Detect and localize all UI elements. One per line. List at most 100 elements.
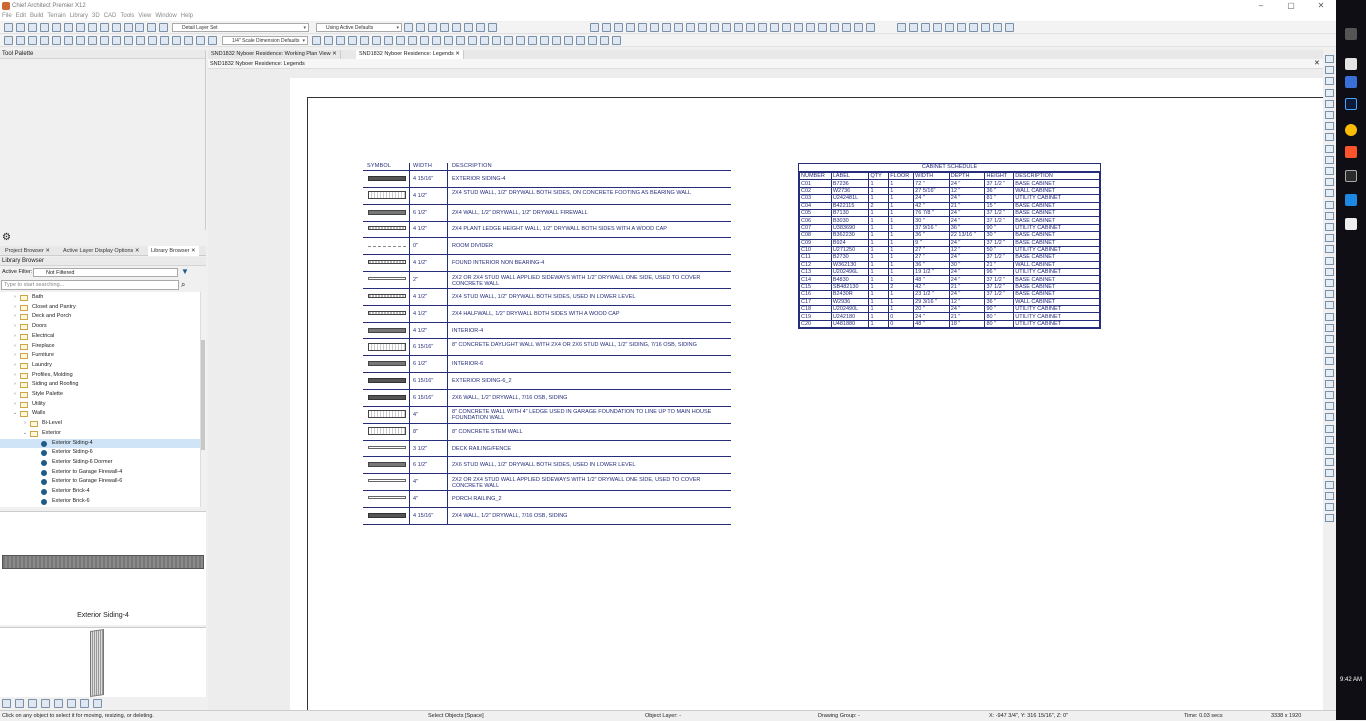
toolbar-tool-icon[interactable] xyxy=(854,23,863,32)
toolbar-tool-icon[interactable] xyxy=(516,36,525,45)
tool-icon[interactable] xyxy=(1325,413,1334,422)
tree-item[interactable]: Exterior Siding-4 xyxy=(0,438,200,449)
toolbar-tool-icon[interactable] xyxy=(492,36,501,45)
app-icon[interactable] xyxy=(1345,58,1357,70)
tool-icon[interactable] xyxy=(1325,357,1334,366)
tab-library-browser[interactable]: Library Browser ✕ xyxy=(148,246,199,256)
tool-icon[interactable] xyxy=(1325,189,1334,198)
menu-terrain[interactable]: Terrain xyxy=(45,12,67,21)
tool-icon[interactable] xyxy=(1325,301,1334,310)
tool-icon[interactable] xyxy=(1325,234,1334,243)
toolbar-tool-icon[interactable] xyxy=(184,36,193,45)
toolbar-tool-icon[interactable] xyxy=(897,23,906,32)
tree-item[interactable]: › Laundry xyxy=(0,361,200,371)
tool-icon[interactable] xyxy=(1325,503,1334,511)
chevron-right-icon[interactable]: › xyxy=(12,303,18,313)
toolbar-tool-icon[interactable] xyxy=(476,23,485,32)
toolbar-tool-icon[interactable] xyxy=(600,36,609,45)
tree-item[interactable]: › Profiles, Molding xyxy=(0,371,200,381)
toolbar-tool-icon[interactable] xyxy=(64,23,73,32)
tree-item[interactable]: › Bath xyxy=(0,293,200,303)
toolbar-tool-icon[interactable] xyxy=(348,36,357,45)
chevron-right-icon[interactable]: › xyxy=(12,342,18,352)
tool-icon[interactable] xyxy=(1325,402,1334,411)
tool-icon[interactable] xyxy=(1325,256,1334,265)
app-icon[interactable] xyxy=(1345,218,1357,230)
toolbar-tool-icon[interactable] xyxy=(758,23,767,32)
toolbar-tool-icon[interactable] xyxy=(112,36,121,45)
tool-icon[interactable] xyxy=(1325,335,1334,343)
tree-item[interactable]: Exterior Siding-6 Dormer xyxy=(0,458,200,468)
tool-icon[interactable] xyxy=(1325,99,1334,108)
tree-item[interactable]: › Utility xyxy=(0,400,200,410)
tool-icon[interactable] xyxy=(1325,133,1334,142)
gear-icon[interactable]: ⚙ xyxy=(2,232,11,243)
toolbar-tool-icon[interactable] xyxy=(576,36,585,45)
library-tool-icon[interactable] xyxy=(67,699,76,708)
chevron-right-icon[interactable]: › xyxy=(12,332,18,342)
toolbar-tool-icon[interactable] xyxy=(698,23,707,32)
menu-file[interactable]: File xyxy=(0,12,14,21)
chevron-down-icon[interactable]: ⌄ xyxy=(22,429,28,439)
toolbar-tool-icon[interactable] xyxy=(588,36,597,45)
tool-icon[interactable] xyxy=(1325,368,1334,377)
library-tool-icon[interactable] xyxy=(54,699,63,708)
toolbar-tool-icon[interactable] xyxy=(444,36,453,45)
toolbar-tool-icon[interactable] xyxy=(921,23,930,32)
toolbar-tool-icon[interactable] xyxy=(404,23,413,32)
toolbar-tool-icon[interactable] xyxy=(504,36,513,45)
toolbar-tool-icon[interactable] xyxy=(452,23,461,32)
chevron-right-icon[interactable]: › xyxy=(12,361,18,371)
tree-item[interactable]: Exterior Brick-6 xyxy=(0,497,200,507)
toolbar-tool-icon[interactable] xyxy=(312,36,321,45)
toolbar-tool-icon[interactable] xyxy=(981,23,990,32)
toolbar-tool-icon[interactable] xyxy=(100,36,109,45)
close-document-icon[interactable]: ✕ xyxy=(1314,59,1320,67)
active-filter-dropdown[interactable]: Not Filtered xyxy=(33,268,178,277)
tool-icon[interactable] xyxy=(1325,167,1334,175)
tree-item[interactable]: Exterior Brick-4 xyxy=(0,487,200,497)
menu-window[interactable]: Window xyxy=(153,12,178,21)
toolbar-tool-icon[interactable] xyxy=(160,36,169,45)
tab-project-browser[interactable]: Project Browser ✕ xyxy=(2,246,53,256)
tree-item[interactable]: › Electrical xyxy=(0,332,200,342)
menu-cad[interactable]: CAD xyxy=(102,12,119,21)
tab-working-plan-view[interactable]: SND1832 Nyboer Residence: Working Plan V… xyxy=(208,50,341,59)
toolbar-tool-icon[interactable] xyxy=(710,23,719,32)
toolbar-tool-icon[interactable] xyxy=(590,23,599,32)
chevron-down-icon[interactable]: ⌄ xyxy=(12,409,18,419)
toolbar-tool-icon[interactable] xyxy=(28,36,37,45)
chevron-right-icon[interactable]: › xyxy=(12,322,18,332)
toolbar-tool-icon[interactable] xyxy=(782,23,791,32)
tool-icon[interactable] xyxy=(1325,223,1334,231)
tool-icon[interactable] xyxy=(1325,447,1334,455)
toolbar-tool-icon[interactable] xyxy=(28,23,37,32)
tree-item[interactable]: › Doors xyxy=(0,322,200,332)
toolbar-tool-icon[interactable] xyxy=(428,23,437,32)
brave-icon[interactable] xyxy=(1345,146,1357,158)
toolbar-tool-icon[interactable] xyxy=(88,23,97,32)
tool-icon[interactable] xyxy=(1325,458,1334,467)
tab-legends[interactable]: SND1832 Nyboer Residence: Legends ✕ xyxy=(356,50,464,59)
toolbar-tool-icon[interactable] xyxy=(416,23,425,32)
toolbar-tool-icon[interactable] xyxy=(135,23,144,32)
tool-icon[interactable] xyxy=(1325,290,1334,299)
tool-icon[interactable] xyxy=(1325,155,1334,164)
tool-icon[interactable] xyxy=(1325,514,1334,523)
chevron-right-icon[interactable]: › xyxy=(12,293,18,303)
toolbar-tool-icon[interactable] xyxy=(993,23,1002,32)
tree-item[interactable]: Exterior Siding-6 xyxy=(0,448,200,458)
toolbar-tool-icon[interactable] xyxy=(638,23,647,32)
tree-item[interactable]: › Closet and Pantry xyxy=(0,303,200,313)
toolbar-tool-icon[interactable] xyxy=(40,23,49,32)
library-tool-icon[interactable] xyxy=(2,699,11,708)
tool-icon[interactable] xyxy=(1325,200,1334,209)
tree-item[interactable]: › Furniture xyxy=(0,351,200,361)
tool-icon[interactable] xyxy=(1325,122,1334,131)
toolbar-tool-icon[interactable] xyxy=(124,36,133,45)
tool-icon[interactable] xyxy=(1325,144,1334,153)
tree-scrollbar-thumb[interactable] xyxy=(201,340,205,450)
tool-icon[interactable] xyxy=(1325,435,1334,444)
toolbar-tool-icon[interactable] xyxy=(770,23,779,32)
tool-icon[interactable] xyxy=(1325,312,1334,321)
